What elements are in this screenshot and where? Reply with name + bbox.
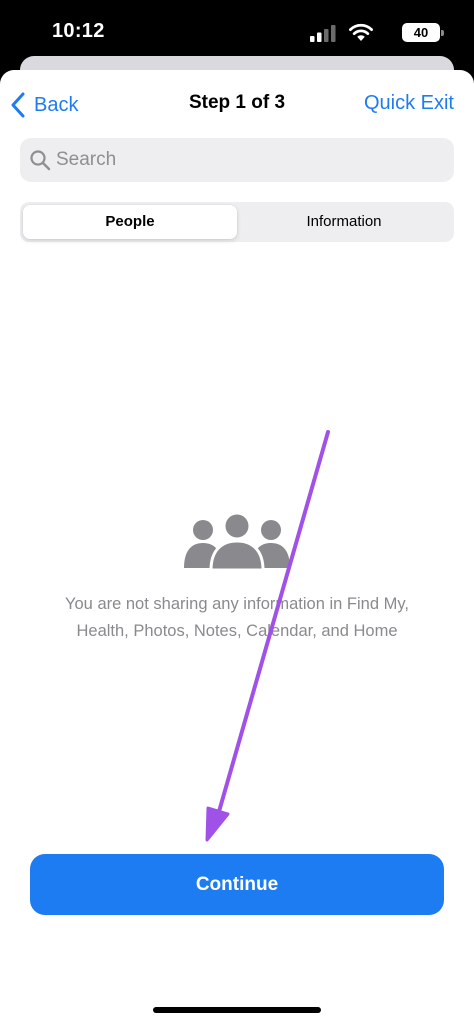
search-icon <box>30 150 51 171</box>
empty-state-message: You are not sharing any information in F… <box>65 595 409 640</box>
status-time: 10:12 <box>52 20 105 42</box>
status-icons: 40 <box>300 22 444 44</box>
wifi-icon <box>349 23 373 41</box>
search-bar[interactable] <box>20 138 454 182</box>
home-indicator <box>153 1007 321 1013</box>
signal-icon <box>310 25 336 42</box>
safety-check-sheet: Back Step 1 of 3 Quick Exit People Infor… <box>0 70 474 1024</box>
search-input[interactable] <box>56 138 436 182</box>
quick-exit-button[interactable]: Quick Exit <box>364 92 454 115</box>
battery-icon: 40 <box>402 23 444 42</box>
status-bar: 10:12 40 <box>0 0 474 62</box>
segment-information[interactable]: Information <box>237 205 451 239</box>
segmented-control: People Information <box>20 202 454 242</box>
navigation-bar: Back Step 1 of 3 Quick Exit <box>0 70 474 136</box>
battery-level: 40 <box>413 25 429 40</box>
segment-people[interactable]: People <box>23 205 237 239</box>
continue-button[interactable]: Continue <box>30 854 444 915</box>
battery-nub <box>441 30 444 36</box>
people-icon <box>184 512 290 572</box>
